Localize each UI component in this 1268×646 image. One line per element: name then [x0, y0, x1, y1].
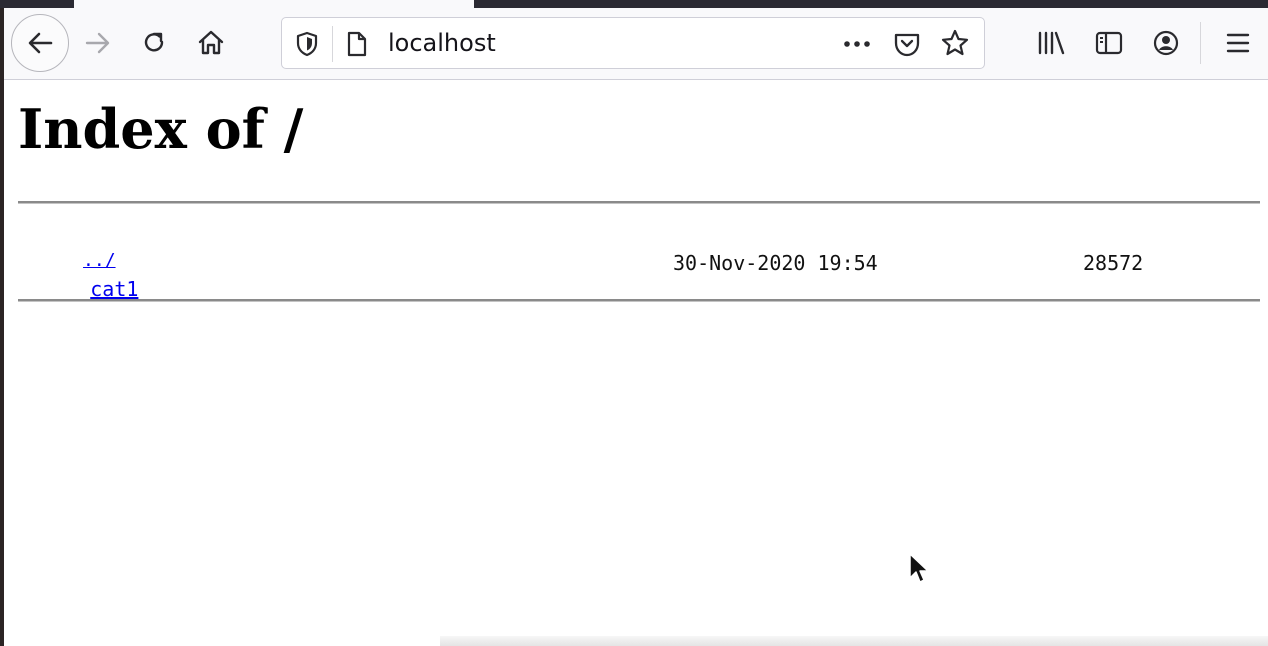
- forward-button[interactable]: [78, 23, 118, 63]
- more-dots-icon[interactable]: [842, 30, 874, 62]
- page-title: Index of /: [18, 97, 304, 161]
- active-tab[interactable]: [74, 0, 474, 8]
- list-item: cat1 30-Nov-2020 19:54 28572: [18, 250, 1260, 301]
- window-edge: [0, 0, 4, 646]
- toolbar-divider: [1200, 22, 1201, 64]
- star-icon[interactable]: [940, 28, 970, 62]
- urlbar-separator: [332, 26, 333, 62]
- hamburger-menu-icon: [1226, 33, 1250, 53]
- pocket-icon[interactable]: [892, 30, 922, 62]
- menu-button[interactable]: [1218, 23, 1258, 63]
- bottom-shadow: [440, 636, 1268, 646]
- back-button[interactable]: [11, 14, 69, 72]
- file-size: 28572: [1083, 251, 1144, 275]
- library-icon: [1038, 31, 1065, 55]
- mouse-cursor-icon: [909, 553, 929, 583]
- file-link[interactable]: cat1: [90, 277, 138, 301]
- file-date: 30-Nov-2020 19:54: [673, 251, 878, 275]
- address-bar[interactable]: localhost: [281, 17, 985, 69]
- list-item: ../: [18, 228, 1260, 271]
- top-rule: [18, 201, 1260, 204]
- home-button[interactable]: [191, 23, 231, 63]
- home-icon: [198, 30, 224, 55]
- account-button[interactable]: [1146, 23, 1186, 63]
- navigation-toolbar: localhost: [4, 8, 1268, 80]
- forward-arrow-icon: [85, 32, 110, 54]
- page-icon[interactable]: [344, 30, 370, 62]
- sidebar-icon: [1095, 31, 1123, 55]
- shield-icon[interactable]: [294, 30, 320, 62]
- tab-strip: [0, 0, 1268, 8]
- reload-button[interactable]: [134, 23, 174, 63]
- url-text[interactable]: localhost: [388, 29, 496, 57]
- reload-icon: [144, 32, 164, 52]
- page-content: Index of / ../ cat1 30-Nov-2020 19:54 28…: [18, 80, 1260, 646]
- sidebar-button[interactable]: [1089, 23, 1129, 63]
- back-arrow-icon: [28, 32, 53, 54]
- library-button[interactable]: [1031, 23, 1071, 63]
- account-icon: [1153, 30, 1179, 56]
- directory-listing: ../ cat1 30-Nov-2020 19:54 28572: [18, 228, 1260, 301]
- bottom-rule: [18, 299, 1260, 302]
